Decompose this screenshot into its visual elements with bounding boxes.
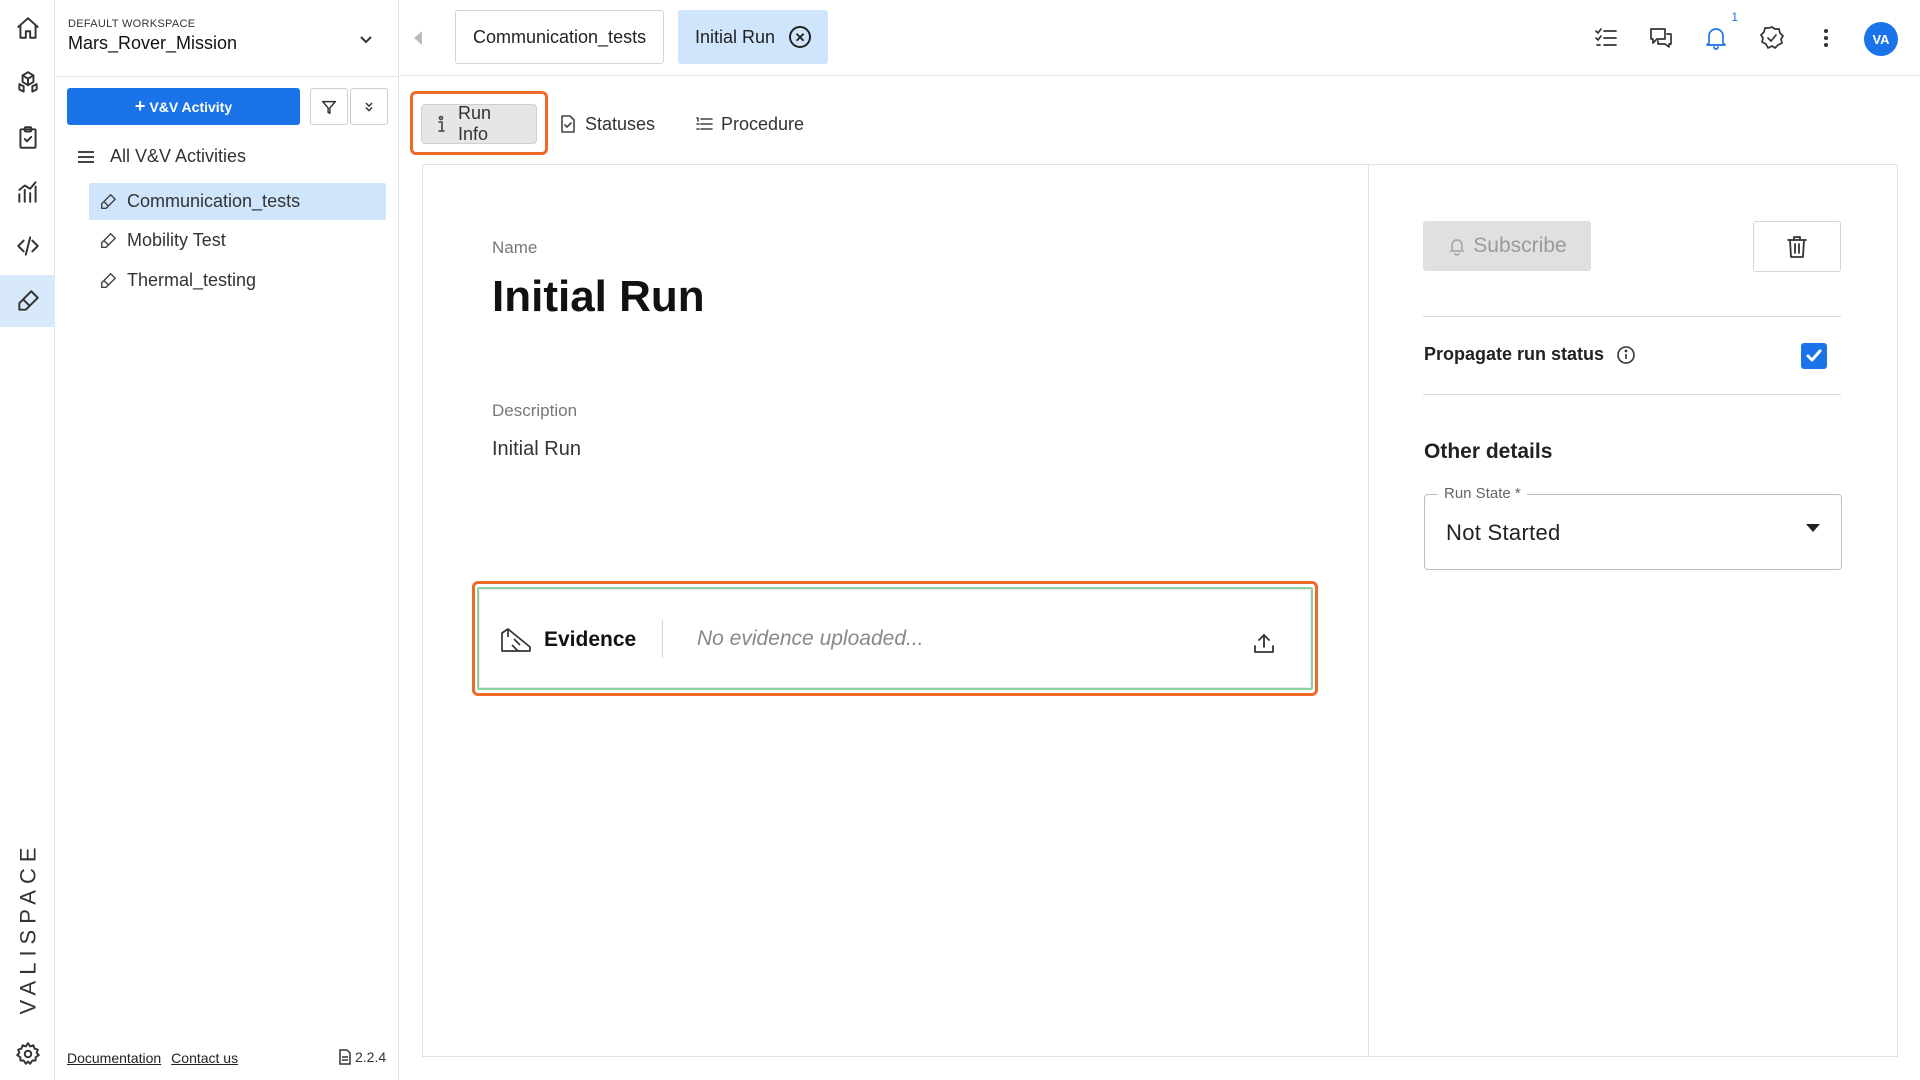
document-icon [339,1049,351,1065]
propagate-row: Propagate run status [1424,344,1636,365]
divider [1368,165,1369,1056]
tree-item-label: Communication_tests [127,191,301,211]
tree-root-label: All V&V Activities [110,146,247,166]
caret-left-icon [414,31,422,45]
tree-item-label: Mobility Test [127,230,226,250]
gear-icon[interactable] [0,1028,55,1080]
bell-icon [1449,239,1466,256]
close-tab-icon[interactable]: ✕ [789,26,812,48]
home-icon[interactable] [0,2,55,54]
name-label: Name [492,238,538,257]
description-label: Description [492,401,578,420]
valispace-logo: VALISPACE [15,841,41,1015]
tree-item-mobility-test[interactable]: Mobility Test [89,222,386,259]
user-avatar[interactable]: VA [1864,22,1898,56]
other-details-heading: Other details [1424,440,1553,463]
tab-label: Communication_tests [473,26,647,47]
numbered-list-icon [696,117,713,130]
notification-count: 1 [1731,10,1738,24]
run-name[interactable]: Initial Run [492,272,705,322]
notification-bell-icon[interactable]: 1 [1700,10,1738,54]
double-chevron-down-icon [365,102,373,111]
list-icon [78,150,94,163]
evidence-label: Evidence [544,628,637,651]
add-button-label: V&V Activity [149,98,233,115]
run-state-value: Not Started [1446,520,1561,545]
subscribe-button[interactable]: Subscribe [1423,221,1591,271]
upload-icon[interactable] [1250,629,1278,657]
test-icon [100,193,116,209]
filter-icon [321,100,337,114]
subtab-statuses[interactable]: Statuses [549,104,665,144]
tab-label: Initial Run [695,26,776,47]
expand-all-button[interactable] [350,88,388,125]
divider [1423,394,1841,395]
requirements-icon[interactable] [0,112,55,164]
divider [56,76,399,77]
tree-item-label: Thermal_testing [127,270,257,290]
status-document-icon [561,115,575,133]
test-icon [100,232,116,248]
divider [662,620,663,658]
evidence-icon [501,628,531,652]
workspace-caption: DEFAULT WORKSPACE [68,18,196,30]
check-circle-icon[interactable] [1756,22,1788,54]
test-icon[interactable] [0,275,55,327]
workspace-name: Mars_Rover_Mission [68,33,238,53]
subtab-label: Statuses [585,113,656,134]
run-state-label: Run State * [1438,485,1527,502]
propagate-label: Propagate run status [1424,344,1605,364]
checklist-icon[interactable] [1590,22,1622,54]
plus-icon: + [134,96,146,116]
chat-icon[interactable] [1645,22,1677,54]
divider [1423,316,1841,317]
sidebar: DEFAULT WORKSPACE Mars_Rover_Mission + V… [56,0,399,1080]
highlight-outline [410,91,548,155]
analytics-icon[interactable] [0,166,55,218]
run-description[interactable]: Initial Run [492,438,581,461]
filter-button[interactable] [310,88,348,125]
more-vertical-icon[interactable] [1810,22,1842,54]
caret-down-icon[interactable] [1806,524,1820,532]
evidence-header: Evidence [500,627,636,653]
divider [400,75,1920,76]
tree-root-all-activities[interactable]: All V&V Activities [76,146,246,167]
trash-icon [1787,235,1807,258]
version-number: 2.2.4 [355,1049,387,1065]
tree-item-communication-tests[interactable]: Communication_tests [89,183,386,220]
left-rail: VALISPACE [0,0,55,1080]
subtab-label: Procedure [721,113,805,134]
chevron-down-icon[interactable] [356,30,376,50]
workspace-selector[interactable]: DEFAULT WORKSPACE Mars_Rover_Mission [68,18,237,54]
tab-initial-run[interactable]: Initial Run ✕ [678,10,829,64]
code-icon[interactable] [0,220,55,272]
info-circle-icon [1617,345,1635,364]
check-icon [1806,349,1822,362]
documentation-link[interactable]: Documentation [67,1050,161,1066]
evidence-empty-text: No evidence uploaded... [697,627,924,650]
subtab-procedure[interactable]: Procedure [685,104,814,144]
footer-links: Documentation Contact us [67,1050,238,1066]
tree-item-thermal-testing[interactable]: Thermal_testing [89,262,386,299]
subscribe-label: Subscribe [1473,234,1567,257]
version-info: 2.2.4 [338,1049,386,1065]
test-icon [100,272,116,288]
tab-communication-tests[interactable]: Communication_tests [455,10,665,64]
components-icon[interactable] [0,57,55,109]
delete-button[interactable] [1753,221,1841,272]
collapse-sidebar-button[interactable] [405,28,431,48]
propagate-checkbox[interactable] [1801,343,1827,369]
contact-link[interactable]: Contact us [171,1050,238,1066]
add-vv-activity-button[interactable]: + V&V Activity [67,88,300,125]
